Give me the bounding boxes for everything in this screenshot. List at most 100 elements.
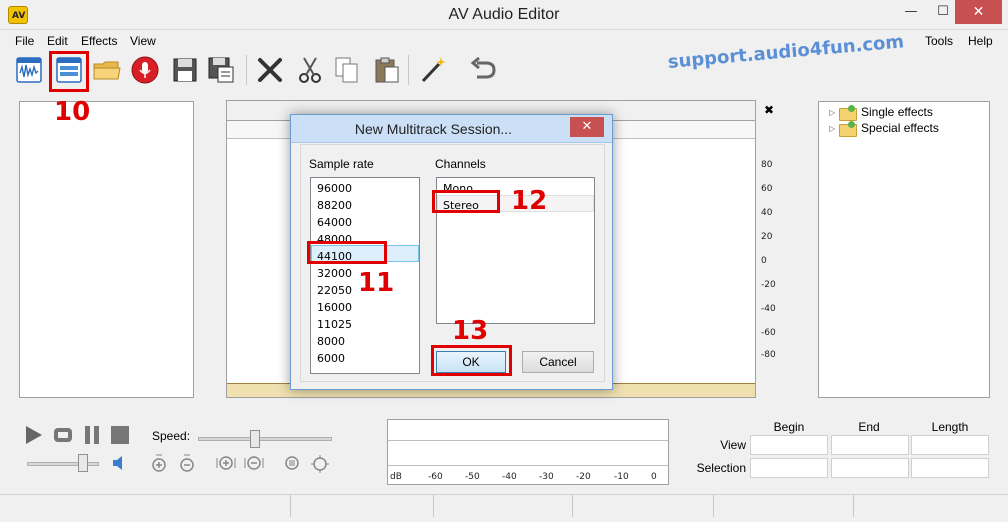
effects-folder-icon xyxy=(839,104,857,121)
begin-header: Begin xyxy=(773,420,805,434)
menu-effects[interactable]: Effects xyxy=(81,34,117,48)
meter-label: -20 xyxy=(576,472,591,482)
loop-button[interactable] xyxy=(53,425,73,445)
paste-icon xyxy=(375,57,399,83)
end-header: End xyxy=(858,420,880,434)
record-button[interactable] xyxy=(128,53,162,87)
minimize-button[interactable]: — xyxy=(896,0,926,24)
status-separator xyxy=(290,495,291,517)
tree-item-single-effects[interactable]: ▷ Single effects xyxy=(829,104,933,121)
cut-button[interactable] xyxy=(293,53,327,87)
tree-item-special-effects[interactable]: ▷ Special effects xyxy=(829,120,939,137)
selection-row-label: Selection xyxy=(696,461,746,475)
play-button[interactable] xyxy=(24,425,44,445)
menu-help[interactable]: Help xyxy=(968,34,993,48)
meter-label: -40 xyxy=(502,472,517,482)
menu-view[interactable]: View xyxy=(130,34,156,48)
sample-rate-option[interactable]: 11025 xyxy=(317,318,352,331)
zoom-all-button[interactable] xyxy=(310,454,330,474)
view-length-field[interactable] xyxy=(911,435,989,455)
length-header: Length xyxy=(931,420,969,434)
cancel-button[interactable]: Cancel xyxy=(522,351,594,373)
toolbar xyxy=(0,51,1008,91)
status-separator xyxy=(713,495,714,517)
play-icon xyxy=(26,426,42,444)
zoom-out-vertical-button[interactable] xyxy=(178,454,198,474)
meter-label: -60 xyxy=(428,472,443,482)
menu-tools[interactable]: Tools xyxy=(925,34,953,48)
zoom-selection-icon xyxy=(285,456,299,470)
speed-label: Speed: xyxy=(152,429,191,443)
expand-arrow-icon[interactable]: ▷ xyxy=(829,108,839,117)
delete-icon xyxy=(258,58,282,82)
sample-rate-option[interactable]: 8000 xyxy=(317,335,345,348)
menu-file[interactable]: File xyxy=(15,34,34,48)
stop-icon xyxy=(111,426,129,444)
meter-label: -50 xyxy=(465,472,480,482)
sample-rate-option[interactable]: 88200 xyxy=(317,199,352,212)
undo-icon xyxy=(470,56,496,79)
zoom-out-button[interactable] xyxy=(244,454,264,474)
pause-button[interactable] xyxy=(82,425,102,445)
annotation-number: 11 xyxy=(358,268,395,298)
copy-button[interactable] xyxy=(330,53,364,87)
status-bar xyxy=(0,494,1008,522)
selection-end-field[interactable] xyxy=(831,458,909,478)
zoom-in-vertical-button[interactable] xyxy=(150,454,170,474)
waveform-close-icon[interactable]: ✖ xyxy=(764,103,774,117)
sample-rate-label: Sample rate xyxy=(309,157,374,171)
zoom-selection-button[interactable] xyxy=(282,454,302,474)
effects-tree-panel: ▷ Single effects ▷ Special effects xyxy=(818,101,990,398)
db-tick: 20 xyxy=(761,232,773,242)
zoom-in-vertical-icon xyxy=(152,454,166,472)
open-button[interactable] xyxy=(90,53,124,87)
close-window-button[interactable]: ✕ xyxy=(955,0,1002,24)
sample-rate-option[interactable]: 16000 xyxy=(317,301,352,314)
new-audio-button[interactable] xyxy=(12,53,46,87)
volume-button[interactable] xyxy=(110,453,130,473)
selection-length-field[interactable] xyxy=(911,458,989,478)
tree-item-label: Single effects xyxy=(861,105,933,119)
maximize-button[interactable]: ☐ xyxy=(928,0,958,24)
save-as-button[interactable] xyxy=(204,53,238,87)
sample-rate-option[interactable]: 6000 xyxy=(317,352,345,365)
selection-begin-field[interactable] xyxy=(750,458,828,478)
level-meter-bar xyxy=(388,440,668,466)
db-scale: 80 60 40 20 0 -20 -40 -60 -80 xyxy=(757,150,797,370)
menu-edit[interactable]: Edit xyxy=(47,34,68,48)
speed-slider-thumb[interactable] xyxy=(250,430,261,448)
annotation-number: 13 xyxy=(452,316,489,346)
status-separator xyxy=(572,495,573,517)
stop-button[interactable] xyxy=(110,425,130,445)
sample-rate-option[interactable]: 22050 xyxy=(317,284,352,297)
effects-button[interactable] xyxy=(416,53,450,87)
view-begin-field[interactable] xyxy=(750,435,828,455)
save-icon xyxy=(173,58,197,82)
toolbar-separator xyxy=(246,55,247,85)
undo-button[interactable] xyxy=(466,53,500,87)
file-list-panel[interactable] xyxy=(19,101,194,398)
cut-icon xyxy=(299,57,321,83)
new-audio-icon xyxy=(16,57,42,83)
meter-label: 0 xyxy=(651,472,657,482)
view-end-field[interactable] xyxy=(831,435,909,455)
zoom-in-button[interactable] xyxy=(216,454,236,474)
zoom-out-icon xyxy=(244,456,264,470)
status-separator xyxy=(433,495,434,517)
zoom-out-vertical-icon xyxy=(180,454,194,472)
window-title: AV Audio Editor xyxy=(448,6,560,23)
loop-icon xyxy=(54,428,72,442)
paste-button[interactable] xyxy=(370,53,404,87)
sample-rate-option[interactable]: 32000 xyxy=(317,267,352,280)
volume-slider-thumb[interactable] xyxy=(77,454,88,472)
meter-label: -10 xyxy=(614,472,629,482)
expand-arrow-icon[interactable]: ▷ xyxy=(829,124,839,133)
tree-item-label: Special effects xyxy=(861,121,939,135)
delete-button[interactable] xyxy=(253,53,287,87)
save-button[interactable] xyxy=(168,53,202,87)
speed-slider-track[interactable] xyxy=(198,437,332,441)
volume-slider-track[interactable] xyxy=(27,462,99,466)
sample-rate-option[interactable]: 96000 xyxy=(317,182,352,195)
dialog-close-button[interactable]: ✕ xyxy=(570,117,604,137)
sample-rate-option[interactable]: 64000 xyxy=(317,216,352,229)
